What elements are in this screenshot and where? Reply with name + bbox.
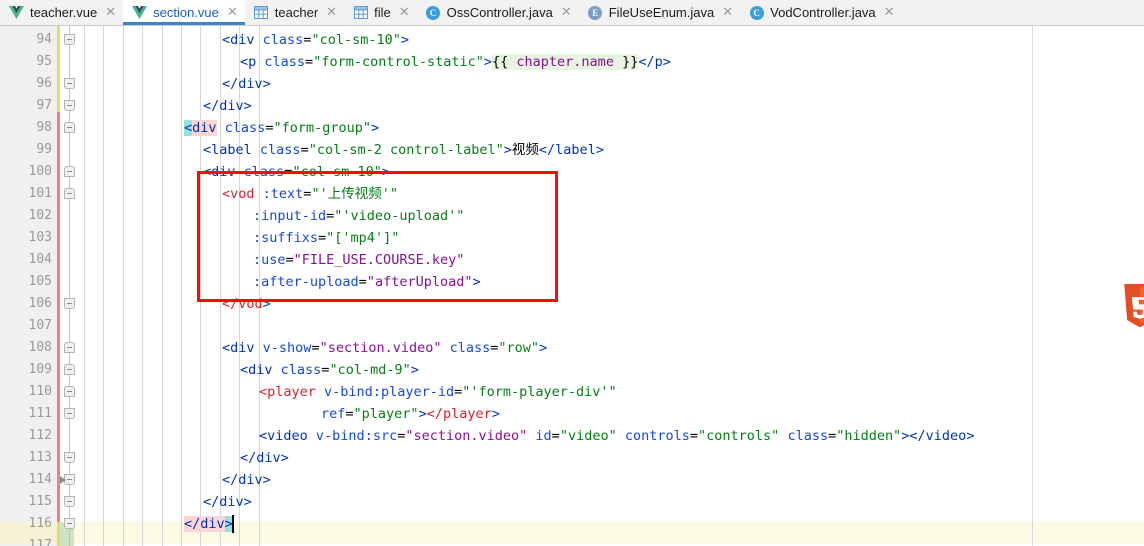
editor-tab-bar[interactable]: teacher.vue ✕ section.vue ✕ teacher ✕ fi… — [0, 0, 1144, 26]
code-line[interactable]: :after-upload="afterUpload"> — [253, 271, 481, 293]
vue-icon — [9, 5, 24, 20]
code-line[interactable]: </div> — [184, 513, 233, 535]
code-line[interactable]: </div> — [222, 469, 271, 491]
tab-label: FileUseEnum.java — [608, 5, 715, 20]
code-line[interactable]: <p class="form-control-static">{{ chapte… — [240, 51, 671, 73]
tab-fileuseenum-java[interactable]: E FileUseEnum.java ✕ — [579, 0, 740, 25]
text-caret — [232, 515, 234, 533]
tab-label: teacher — [274, 5, 319, 20]
code-line[interactable]: :suffixs="['mp4']" — [253, 227, 399, 249]
vue-icon — [132, 5, 148, 20]
table-icon — [353, 5, 368, 20]
close-icon[interactable]: ✕ — [722, 6, 733, 19]
code-editor[interactable]: 94 95 96 97 98 99 100 101 102 103 104 105 106 107 108 1… — [0, 26, 1144, 546]
tab-teacher-table[interactable]: teacher ✕ — [245, 0, 344, 25]
tab-vodcontroller-java[interactable]: C VodController.java ✕ — [740, 0, 901, 25]
class-icon: C — [749, 5, 764, 20]
code-line[interactable]: :use="FILE_USE.COURSE.key" — [253, 249, 464, 271]
table-icon — [254, 5, 269, 20]
code-line[interactable]: <div class="col-sm-10"> — [203, 161, 390, 183]
tab-osscontroller-java[interactable]: C OssController.java ✕ — [417, 0, 579, 25]
code-line[interactable]: :input-id="'video-upload'" — [253, 205, 464, 227]
tab-label: VodController.java — [770, 5, 876, 20]
tab-teacher-vue[interactable]: teacher.vue ✕ — [0, 0, 123, 25]
code-line[interactable]: <player v-bind:player-id="'form-player-d… — [259, 381, 617, 403]
close-icon[interactable]: ✕ — [227, 6, 238, 19]
close-icon[interactable]: ✕ — [326, 6, 337, 19]
code-text-area[interactable]: <div class="col-sm-10"> <p class="form-co… — [0, 26, 1144, 546]
tab-label: teacher.vue — [30, 5, 98, 20]
close-icon[interactable]: ✕ — [561, 6, 572, 19]
close-icon[interactable]: ✕ — [105, 6, 116, 19]
code-line[interactable]: <div class="form-group"> — [184, 117, 379, 139]
code-line[interactable]: ref="player"></player> — [321, 403, 500, 425]
close-icon[interactable]: ✕ — [399, 6, 410, 19]
tab-label: section.vue — [153, 5, 219, 20]
code-line[interactable]: <video v-bind:src="section.video" id="vi… — [259, 425, 974, 447]
code-line[interactable]: <label class="col-sm-2 control-label">视频… — [203, 139, 604, 161]
enum-badge: E — [588, 5, 603, 20]
tab-section-vue[interactable]: section.vue ✕ — [123, 0, 245, 25]
tab-file-table[interactable]: file ✕ — [344, 0, 417, 25]
code-line[interactable]: </vod> — [222, 293, 271, 315]
enum-icon: E — [588, 5, 603, 20]
html5-logo-icon — [1110, 284, 1144, 330]
code-line[interactable]: <vod :text="'上传视频'" — [222, 183, 398, 205]
code-line[interactable]: <div v-show="section.video" class="row"> — [222, 337, 547, 359]
class-badge: C — [426, 5, 441, 20]
code-line[interactable]: </div> — [203, 491, 252, 513]
code-line[interactable]: <div class="col-md-9"> — [240, 359, 419, 381]
class-badge: C — [749, 5, 764, 20]
close-icon[interactable]: ✕ — [884, 6, 895, 19]
tab-label: file — [374, 5, 391, 20]
code-line[interactable]: </div> — [203, 95, 252, 117]
class-icon: C — [426, 5, 441, 20]
tab-label: OssController.java — [446, 5, 553, 20]
code-line[interactable]: </div> — [222, 73, 271, 95]
code-line[interactable]: <div class="col-sm-10"> — [222, 29, 409, 51]
code-line[interactable]: </div> — [240, 447, 289, 469]
